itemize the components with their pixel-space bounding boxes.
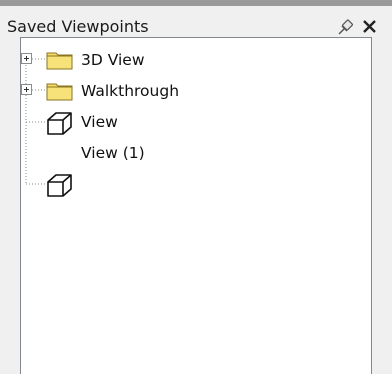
saved-viewpoints-panel: Saved Viewpoints 3D View Walkthrough Vie… [0, 6, 392, 374]
expand-plus-icon[interactable] [21, 84, 33, 96]
panel-title: Saved Viewpoints [7, 17, 149, 36]
close-icon [363, 20, 376, 33]
saved-viewpoints-window: Saved Viewpoints 3D View Walkthrough Vie… [0, 0, 392, 374]
folder-icon [46, 83, 73, 101]
pin-button[interactable] [336, 17, 356, 37]
expand-plus-icon[interactable] [21, 53, 33, 65]
viewpoint-cube-icon [47, 174, 72, 197]
tree-item-label: View [81, 113, 118, 131]
folder-icon [46, 52, 73, 70]
close-button[interactable] [359, 16, 381, 38]
viewpoint-cube-icon [47, 112, 72, 135]
viewpoints-tree: 3D View Walkthrough View View (1) [20, 37, 372, 374]
tree-item-label: Walkthrough [81, 82, 180, 100]
pin-icon [338, 19, 353, 35]
tree-item-label: 3D View [81, 51, 145, 69]
tree-item-label: View (1) [81, 144, 145, 162]
